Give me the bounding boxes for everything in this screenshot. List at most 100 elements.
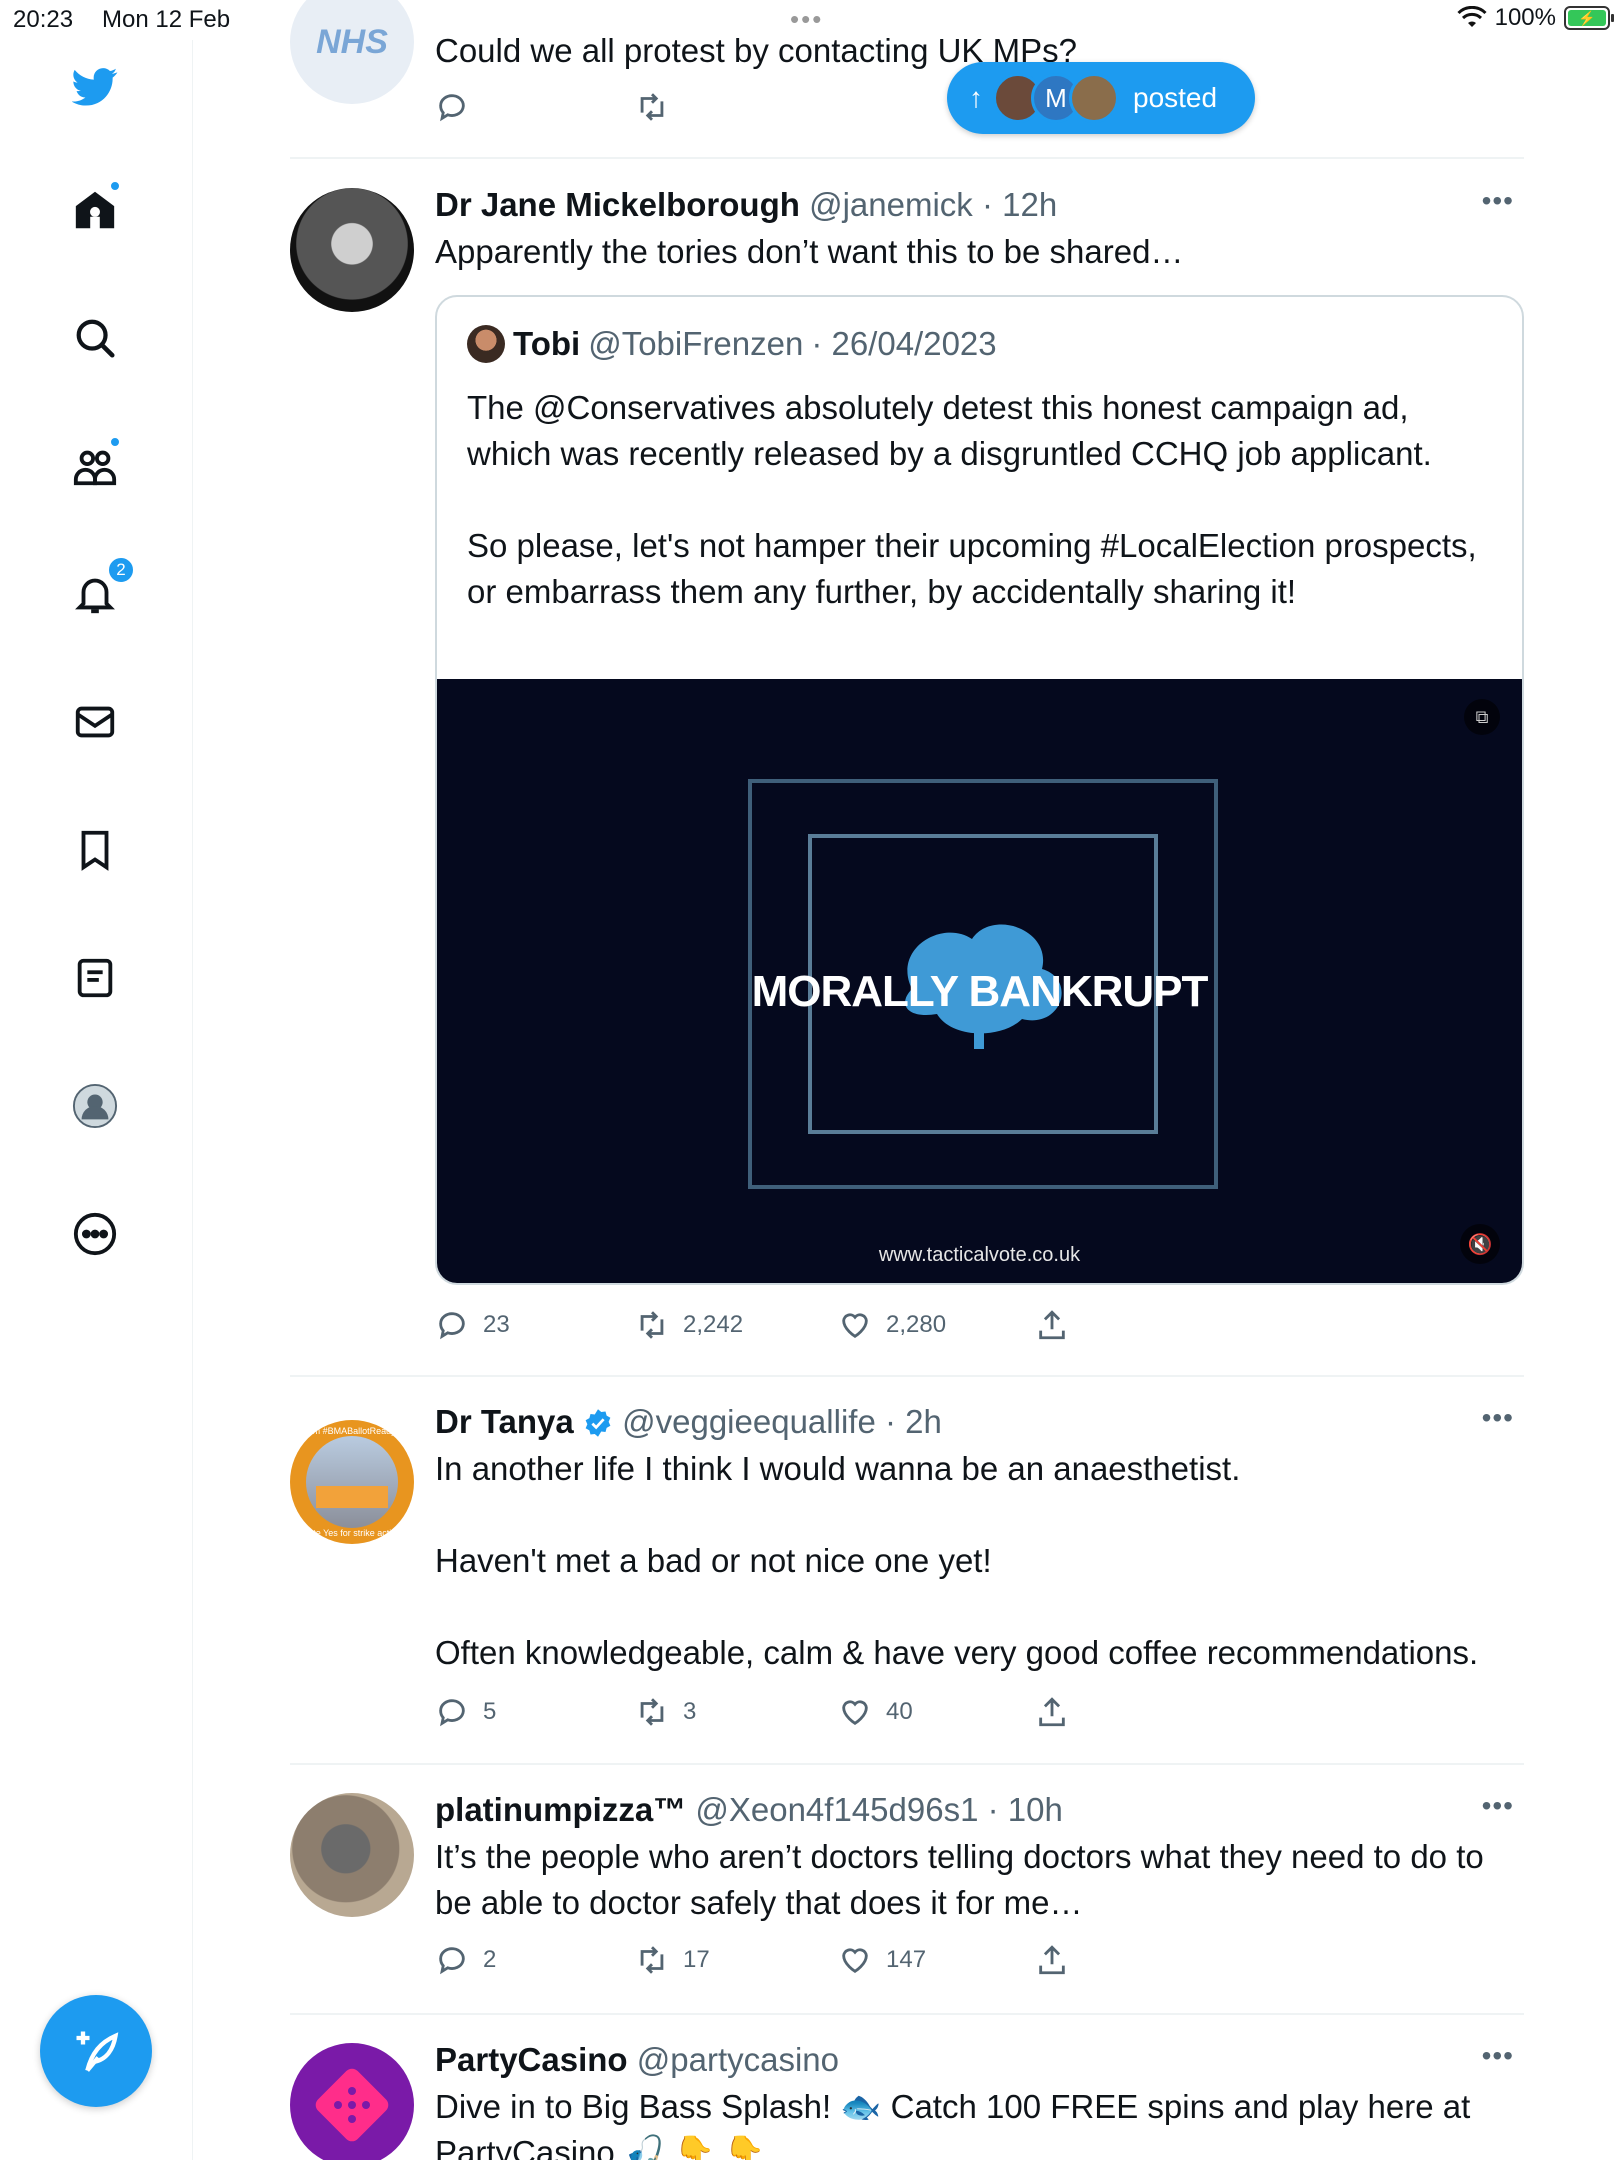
bookmark-icon[interactable] — [71, 826, 119, 874]
tweet-text: Dive in to Big Bass Splash! 🐟 Catch 100 … — [435, 2088, 1480, 2160]
reply-button[interactable]: 5 — [435, 1695, 496, 1729]
quote-author-name: Tobi — [513, 325, 581, 362]
quote-time: · 26/04/2023 — [811, 325, 997, 362]
retweet-icon — [640, 1698, 664, 1726]
tweet-header: Dr Jane Mickelborough @janemick · 12h — [435, 185, 1524, 225]
notifications-bell-icon[interactable]: 2 — [71, 556, 135, 618]
divider — [290, 2013, 1524, 2015]
verified-badge-icon — [585, 1409, 611, 1437]
share-icon — [1039, 1310, 1065, 1340]
tweet-header: platinumpizza™ @Xeon4f145d96s1 · 10h — [435, 1790, 1524, 1830]
reply-count: 5 — [483, 1698, 497, 1725]
tweet-time[interactable]: · 10h — [988, 1791, 1063, 1828]
retweet-button[interactable] — [635, 90, 669, 124]
more-menu-icon[interactable]: ••• — [1482, 185, 1514, 217]
avatar[interactable] — [290, 2043, 414, 2160]
retweet-icon — [640, 93, 664, 121]
avatar-photo — [306, 1436, 398, 1528]
avatar[interactable]: I'm #BMABallotReady Vote Yes for strike … — [290, 1420, 414, 1544]
tweet-body: Dr Jane Mickelborough @janemick · 12h ••… — [435, 185, 1524, 1285]
author-name[interactable]: platinumpizza™ — [435, 1791, 686, 1828]
more-menu-icon[interactable]: ••• — [1482, 1402, 1514, 1434]
communities-unread-dot — [109, 436, 121, 448]
retweet-icon — [640, 1946, 664, 1974]
reply-count: 23 — [483, 1311, 510, 1338]
reply-button[interactable] — [435, 90, 469, 124]
timeline: NHS Could we all protest by contacting U… — [193, 0, 1620, 2160]
divider — [290, 1375, 1524, 1377]
captions-icon[interactable]: ⧉ — [1464, 699, 1500, 735]
tweet-actions: 2 17 147 — [435, 1943, 1135, 1983]
more-menu-icon[interactable]: ••• — [1482, 2040, 1514, 2072]
quote-header: Tobi @TobiFrenzen · 26/04/2023 — [467, 325, 997, 363]
author-name[interactable]: PartyCasino — [435, 2041, 628, 2078]
mute-icon[interactable]: 🔇 — [1460, 1224, 1500, 1264]
home-icon[interactable] — [71, 180, 121, 234]
share-button[interactable] — [1035, 1943, 1069, 1977]
reply-button[interactable]: 23 — [435, 1308, 510, 1342]
tweet-janemick[interactable]: Dr Jane Mickelborough @janemick · 12h ••… — [290, 185, 1524, 1375]
heart-icon — [842, 1948, 868, 1974]
quoted-tweet[interactable]: Tobi @TobiFrenzen · 26/04/2023 The @Cons… — [435, 295, 1524, 1285]
avatar[interactable] — [290, 188, 414, 312]
author-handle[interactable]: @partycasino — [637, 2041, 839, 2078]
dice-logo-icon — [315, 2068, 389, 2142]
communities-icon[interactable] — [71, 436, 121, 490]
reply-icon — [439, 1947, 465, 1975]
like-button[interactable]: 40 — [838, 1695, 913, 1729]
tweet-veggieequallife[interactable]: I'm #BMABallotReady Vote Yes for strike … — [290, 1402, 1524, 1772]
tweet-body: PartyCasino @partycasino ••• Dive in to … — [435, 2040, 1524, 2160]
tweet-time[interactable]: · 2h — [885, 1403, 942, 1440]
tweet-text: Apparently the tories don’t want this to… — [435, 233, 1184, 270]
retweet-button[interactable]: 17 — [635, 1943, 710, 1977]
share-icon — [1039, 1697, 1065, 1727]
reply-button[interactable]: 2 — [435, 1943, 496, 1977]
retweet-button[interactable]: 2,242 — [635, 1308, 743, 1342]
author-name[interactable]: Dr Tanya — [435, 1403, 574, 1440]
quote-author-handle: @TobiFrenzen — [588, 325, 804, 362]
twitter-logo-icon[interactable] — [71, 62, 119, 110]
reply-icon — [439, 1699, 465, 1727]
tweet-body: platinumpizza™ @Xeon4f145d96s1 · 10h •••… — [435, 1790, 1524, 1926]
avatar[interactable] — [290, 1793, 414, 1917]
author-handle[interactable]: @Xeon4f145d96s1 — [695, 1791, 978, 1828]
tweet-body: Dr Tanya @veggieequallife · 2h ••• In an… — [435, 1402, 1524, 1676]
share-icon — [1039, 1945, 1065, 1975]
retweet-button[interactable]: 3 — [635, 1695, 696, 1729]
quote-text: The @Conservatives absolutely detest thi… — [467, 389, 1477, 610]
video-player[interactable]: MORALLY BANKRUPT www.tacticalvote.co.uk … — [437, 679, 1522, 1283]
feather-plus-icon — [76, 2031, 119, 2072]
author-handle[interactable]: @veggieequallife — [622, 1403, 876, 1440]
search-icon[interactable] — [71, 314, 119, 362]
author-name[interactable]: Dr Jane Mickelborough — [435, 186, 800, 223]
reply-icon — [439, 94, 465, 122]
avatar-ring-bottom: Vote Yes for strike action — [302, 1528, 402, 1538]
tweet-text: It’s the people who aren’t doctors telli… — [435, 1838, 1493, 1921]
video-title: MORALLY BANKRUPT — [751, 967, 1209, 1016]
profile-avatar-icon[interactable] — [71, 1082, 119, 1130]
tweet-partycasino[interactable]: PartyCasino @partycasino ••• Dive in to … — [290, 2040, 1524, 2160]
avatar-nhs-text: NHS — [316, 22, 388, 61]
share-button[interactable] — [1035, 1695, 1069, 1729]
messages-envelope-icon[interactable] — [71, 698, 119, 746]
retweet-count: 17 — [683, 1946, 710, 1973]
more-options-icon[interactable] — [71, 1210, 119, 1258]
like-button[interactable]: 147 — [838, 1943, 926, 1977]
heart-icon — [842, 1700, 868, 1726]
tweet-header: Dr Tanya @veggieequallife · 2h — [435, 1402, 1524, 1442]
compose-tweet-button[interactable] — [40, 1995, 152, 2107]
more-menu-icon[interactable]: ••• — [1482, 1790, 1514, 1822]
tweet-time[interactable]: · 12h — [982, 186, 1057, 223]
share-button[interactable] — [1035, 1308, 1069, 1342]
lists-icon[interactable] — [71, 954, 119, 1002]
heart-icon — [842, 1313, 868, 1339]
like-count: 2,280 — [886, 1311, 947, 1338]
avatar[interactable]: NHS — [290, 0, 414, 104]
quote-avatar — [467, 325, 505, 363]
divider — [290, 157, 1524, 159]
author-handle[interactable]: @janemick — [809, 186, 973, 223]
pill-avatar — [1069, 73, 1119, 123]
like-button[interactable]: 2,280 — [838, 1308, 946, 1342]
new-posts-pill[interactable]: ↑ M posted — [947, 62, 1255, 134]
tweet-platinumpizza[interactable]: platinumpizza™ @Xeon4f145d96s1 · 10h •••… — [290, 1790, 1524, 2015]
